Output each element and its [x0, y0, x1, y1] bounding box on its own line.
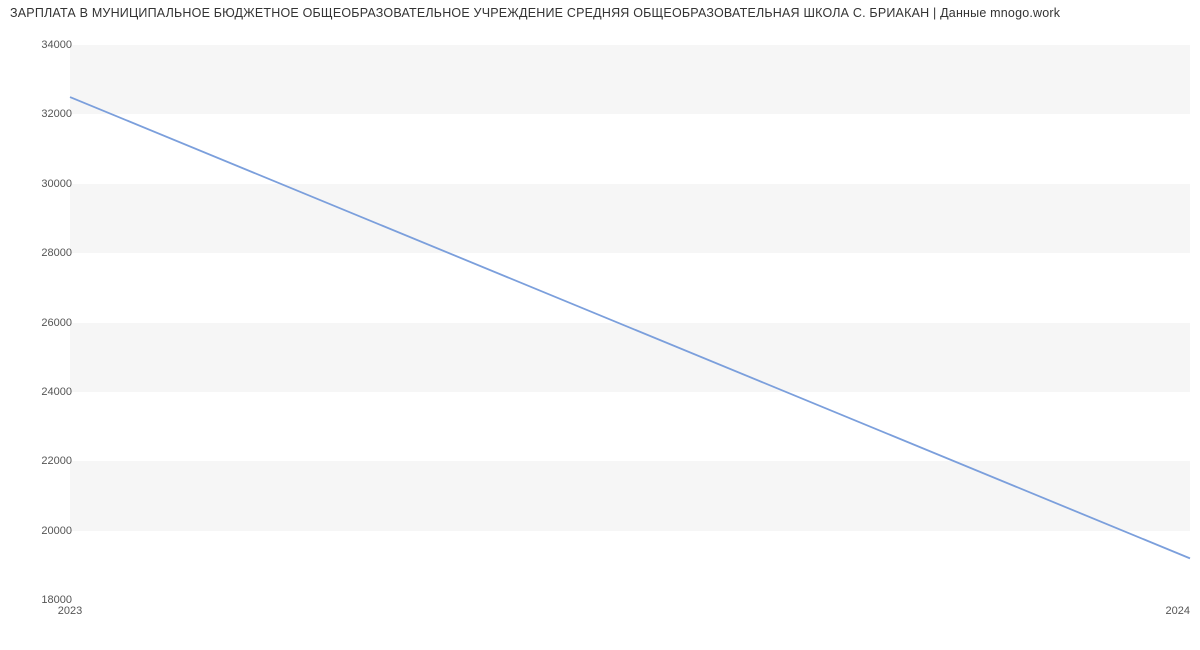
- y-tick-label: 30000: [22, 178, 72, 190]
- x-tick-label: 2024: [1166, 605, 1190, 617]
- y-tick-label: 22000: [22, 455, 72, 467]
- chart-title: ЗАРПЛАТА В МУНИЦИПАЛЬНОЕ БЮДЖЕТНОЕ ОБЩЕО…: [0, 0, 1200, 20]
- y-tick-label: 24000: [22, 386, 72, 398]
- x-tick-label: 2023: [58, 605, 82, 617]
- chart-plot-area: [70, 45, 1190, 600]
- line-series: [70, 45, 1190, 600]
- y-tick-label: 32000: [22, 108, 72, 120]
- y-tick-label: 26000: [22, 317, 72, 329]
- y-tick-label: 28000: [22, 247, 72, 259]
- y-tick-label: 34000: [22, 39, 72, 51]
- y-tick-label: 20000: [22, 525, 72, 537]
